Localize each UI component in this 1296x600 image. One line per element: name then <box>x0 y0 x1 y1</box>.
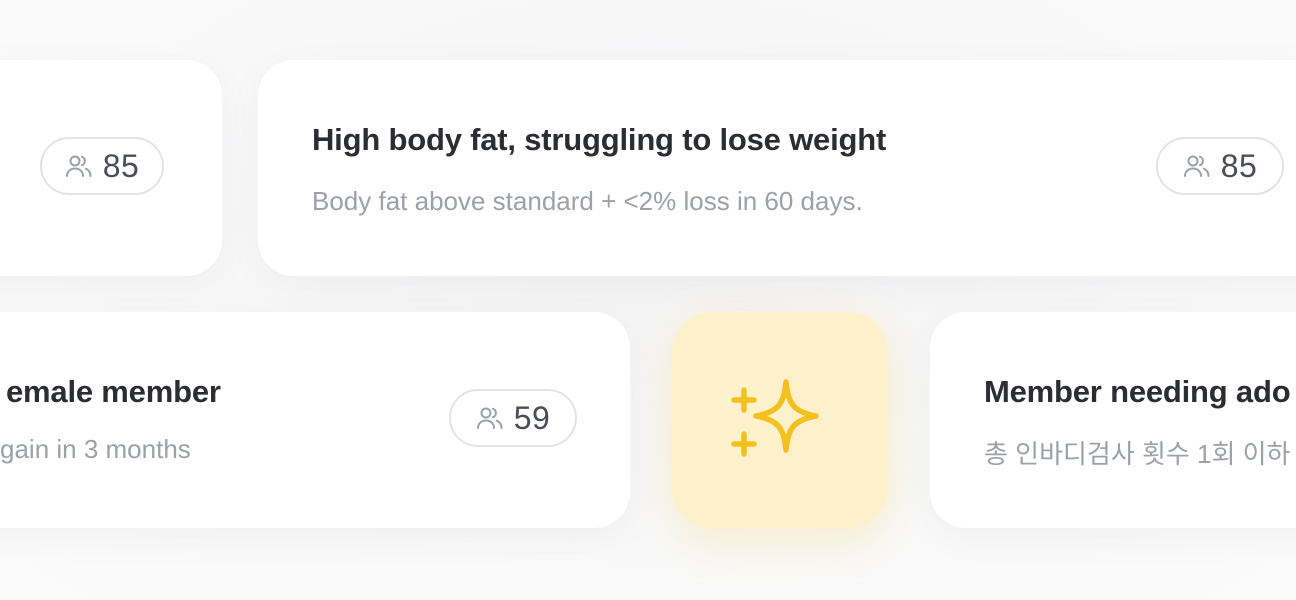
segment-card[interactable]: Member needing ado 총 인바디검사 횟수 1회 이하 <box>930 312 1296 528</box>
segment-title: Member needing ado <box>984 374 1291 409</box>
users-icon <box>1183 155 1210 177</box>
users-icon <box>65 155 92 177</box>
member-count-badge: 59 <box>449 389 577 447</box>
segment-description: Body fat above standard + <2% loss in 60… <box>312 186 863 216</box>
member-count: 59 <box>513 399 551 436</box>
segment-card[interactable]: emale member gain in 3 months 59 <box>0 312 630 528</box>
sparkle-icon <box>731 379 819 457</box>
segment-title: High body fat, struggling to lose weight <box>312 122 887 157</box>
member-count: 85 <box>102 147 140 184</box>
segment-description: 총 인바디검사 횟수 1회 이하 <box>984 439 1291 469</box>
users-icon <box>476 407 503 429</box>
ai-suggest-button[interactable] <box>672 312 888 528</box>
segment-card[interactable]: 85 <box>0 60 222 276</box>
member-count-badge: 85 <box>1156 137 1284 195</box>
segment-description: gain in 3 months <box>0 434 191 464</box>
member-count-badge: 85 <box>40 137 164 195</box>
segment-title: emale member <box>6 374 221 409</box>
member-count: 85 <box>1220 147 1258 184</box>
segment-card[interactable]: High body fat, struggling to lose weight… <box>258 60 1296 276</box>
segment-carousel: 85 High body fat, struggling to lose wei… <box>0 0 1296 600</box>
